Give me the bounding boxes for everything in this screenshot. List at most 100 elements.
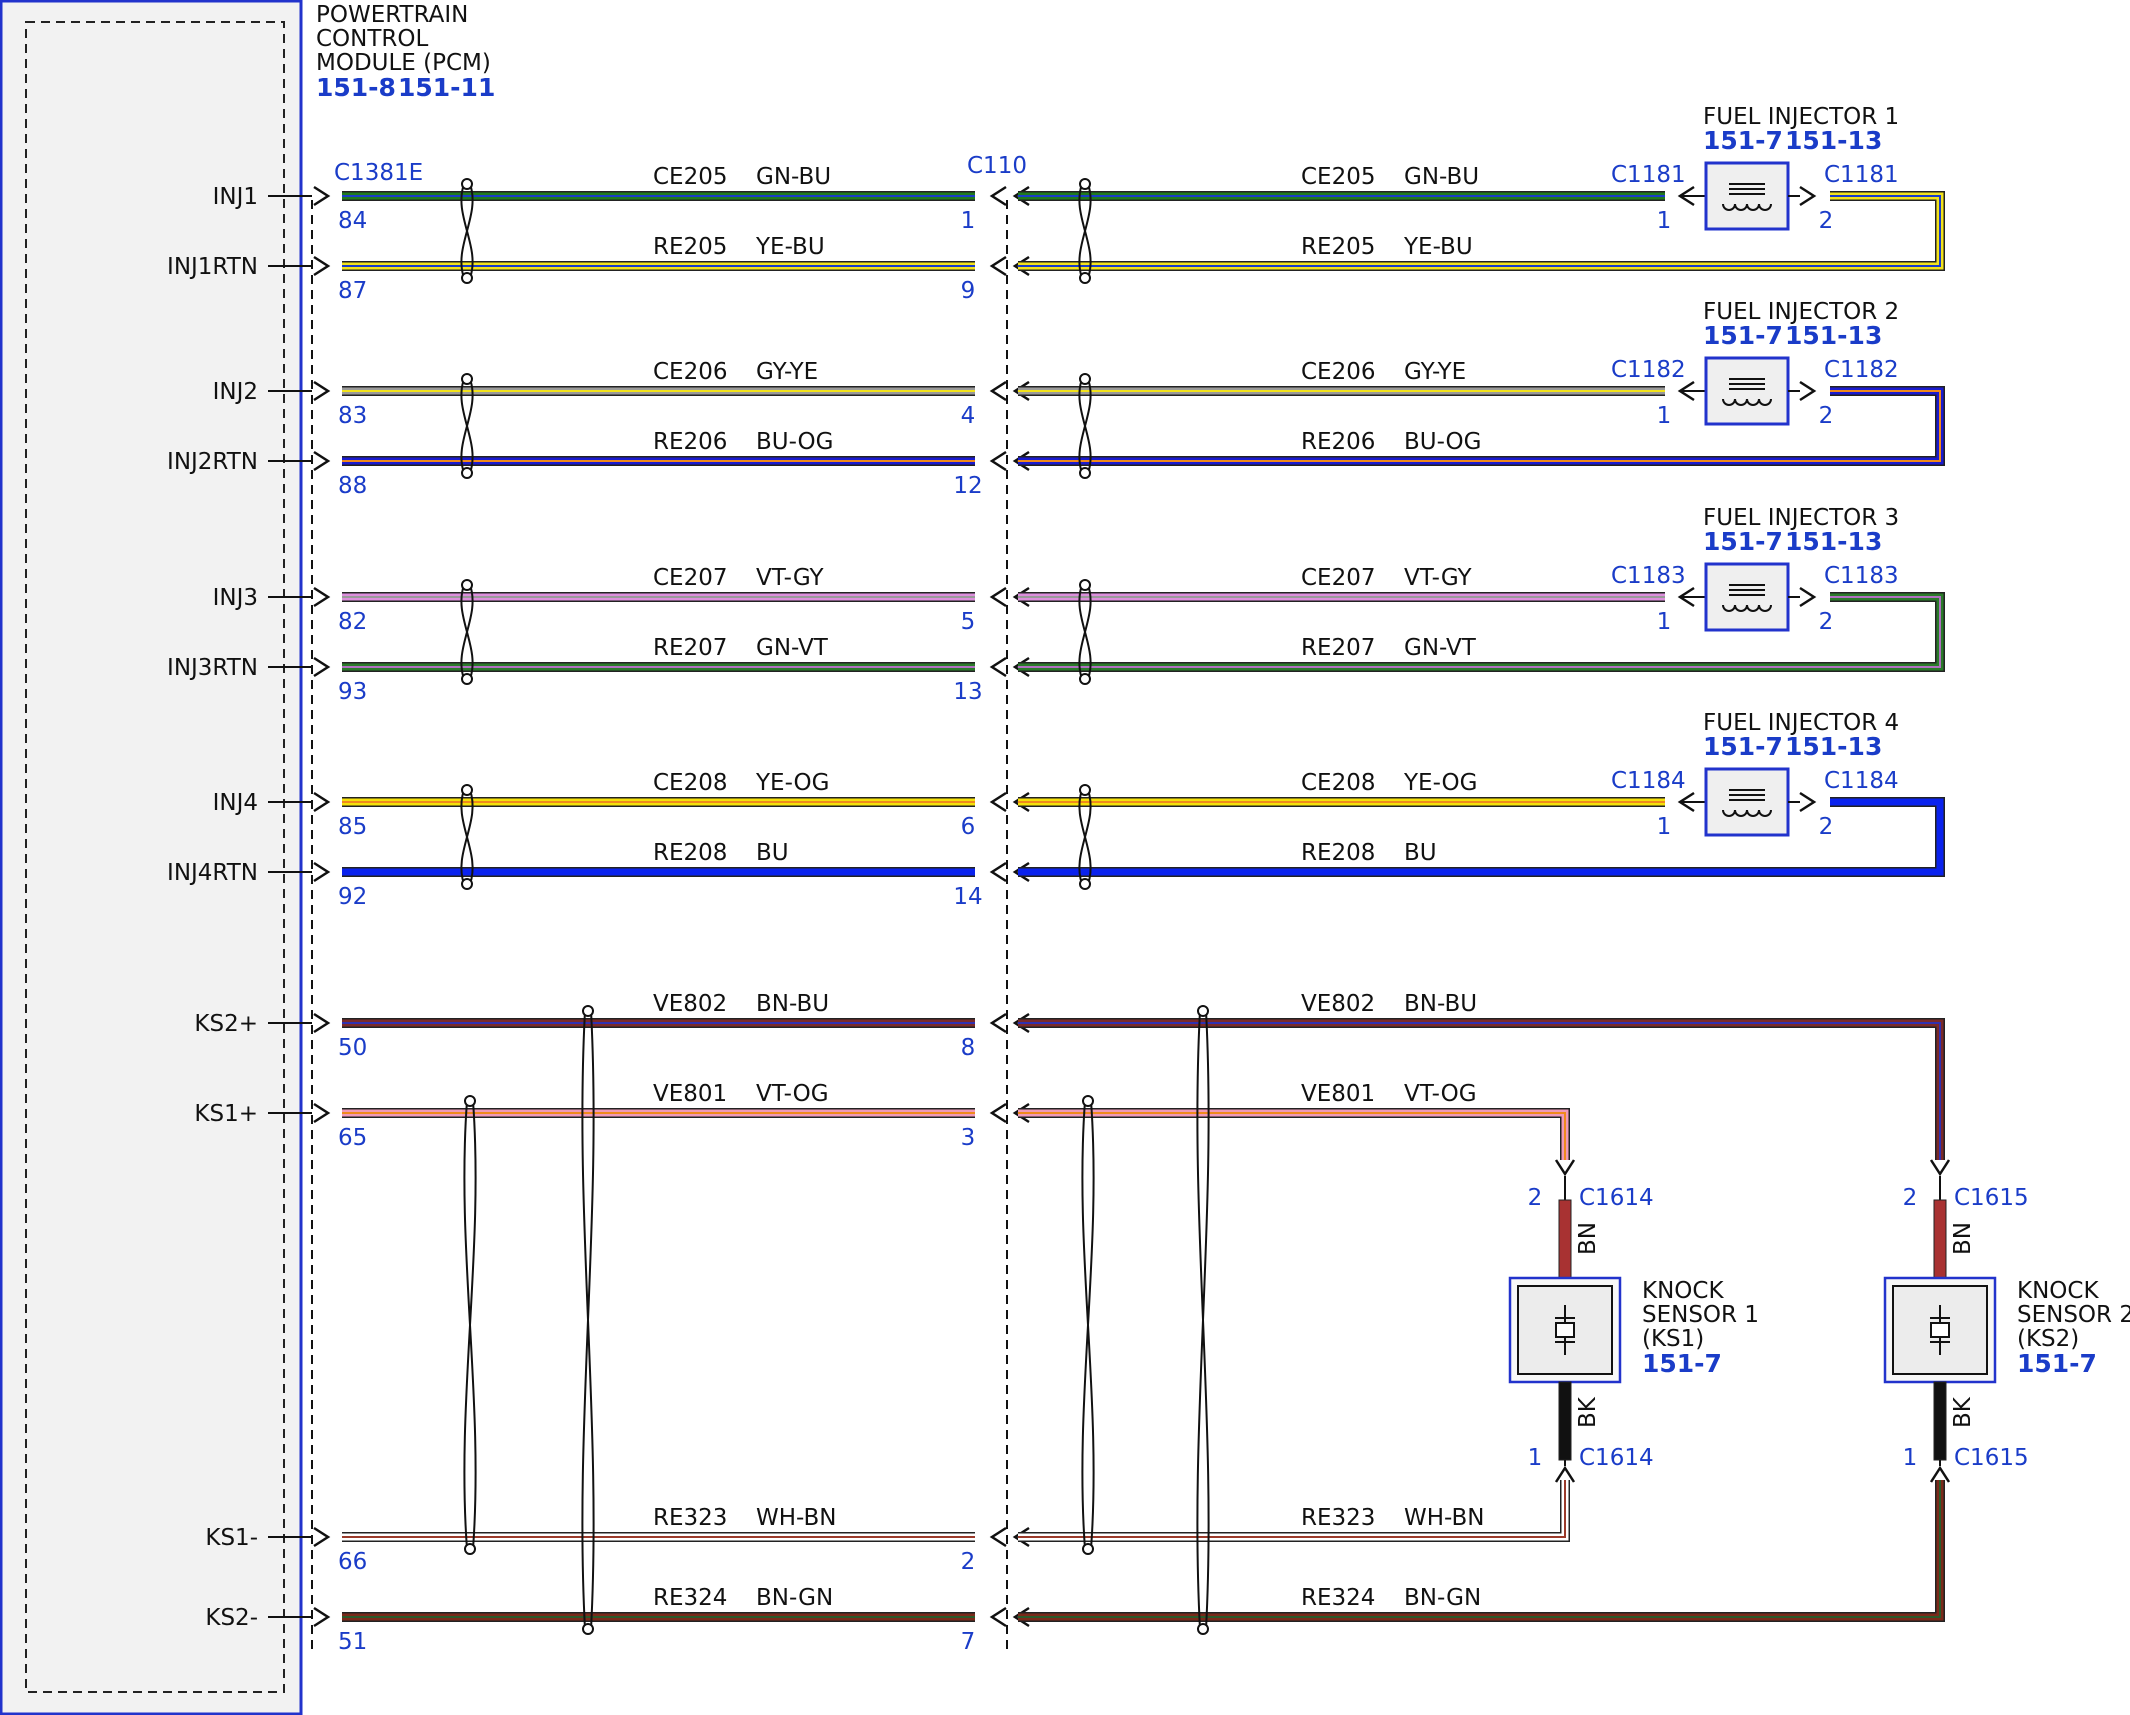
pcm-pin-5: 93	[338, 679, 367, 705]
injector-ref-1-1: 151-7	[1703, 321, 1783, 350]
c110-arrow-left-0	[989, 185, 1007, 207]
twist-right-2-end-top	[1079, 579, 1091, 591]
device-layer	[1508, 161, 1997, 1466]
pcm-pin-10: 66	[338, 1549, 367, 1575]
wiring-diagram: POWERTRAIN CONTROL MODULE (PCM) 151-8 15…	[0, 0, 2130, 1715]
injector-box-0	[1704, 161, 1790, 231]
ks-crystal-1	[1930, 1322, 1950, 1338]
circuit-id-right-8: VE802	[1301, 991, 1375, 1017]
circuit-id-left-11: RE324	[653, 1585, 727, 1611]
color-code-right-10: WH-BN	[1404, 1505, 1485, 1531]
injector-conn-in-0: C1181	[1611, 162, 1686, 188]
ks-bottom-arrow-1	[1929, 1465, 1951, 1483]
twist-left-ks1-strand-b	[463, 1100, 477, 1550]
twist-right-ks2-end-top	[1197, 1005, 1209, 1017]
inj-pin2-arrow-1	[1799, 380, 1817, 402]
ks-name-line-2-1: SENSOR 2	[2017, 1302, 2130, 1328]
c110-pin-4: 5	[961, 609, 976, 635]
injector-box-3	[1704, 767, 1790, 837]
color-code-left-6: YE-OG	[755, 770, 829, 796]
c110-arrow-left-11	[989, 1606, 1007, 1628]
ks-wire-bottom-label-1: BK	[1950, 1396, 1976, 1428]
ks-ref-1: 151-7	[2017, 1349, 2097, 1378]
circuit-id-left-4: CE207	[653, 565, 728, 591]
ks-name-line-1-0: KNOCK	[1642, 1278, 1724, 1304]
pcm-pin-arrow-7	[313, 861, 331, 883]
twist-left-0-end-top	[461, 178, 473, 190]
color-code-right-4: VT-GY	[1404, 565, 1472, 591]
ks-wire-top-label-0: BN	[1575, 1222, 1601, 1255]
twist-left-ks2-end-bottom	[582, 1623, 594, 1635]
ks-pin-top-0: 2	[1528, 1185, 1543, 1211]
wire-inj-return-0	[1018, 191, 1945, 271]
twist-right-3-end-top	[1079, 784, 1091, 796]
twist-right-0-end-bottom	[1079, 272, 1091, 284]
pcm-connector-label: C1381E	[334, 160, 423, 186]
twist-left-3-end-bottom	[461, 878, 473, 890]
color-code-right-11: BN-GN	[1404, 1585, 1481, 1611]
c110-arrow-left-5	[989, 656, 1007, 678]
ks-conn-top-0: C1614	[1579, 1185, 1654, 1211]
injector-pin-in-2: 1	[1657, 609, 1672, 635]
pcm-pin-11: 51	[338, 1629, 367, 1655]
twist-left-ks1	[463, 1095, 477, 1555]
circuit-id-left-1: RE205	[653, 234, 727, 260]
c110-pin-11: 7	[961, 1629, 976, 1655]
inj-pin2-arrow-2	[1799, 586, 1817, 608]
pcm-pin-arrow-11	[313, 1606, 331, 1628]
twist-right-0-end-top	[1079, 178, 1091, 190]
pcm-title-line-2: CONTROL	[316, 26, 429, 52]
pcm-pin-7: 92	[338, 884, 367, 910]
c110-pin-2: 4	[961, 403, 976, 429]
c110-pin-9: 3	[961, 1125, 976, 1151]
injector-ref-1-0: 151-7	[1703, 126, 1783, 155]
ks-pin-bottom-1: 1	[1903, 1445, 1918, 1471]
circuit-id-right-9: VE801	[1301, 1081, 1375, 1107]
color-code-left-4: VT-GY	[756, 565, 824, 591]
label-layer: INJ184 1CE205 GN-BU CE205 GN-BUINJ1RTN87 9RE2…	[167, 104, 2130, 1655]
c110-arrow-left-6	[989, 791, 1007, 813]
twist-right-ks1-strand-b	[1081, 1100, 1095, 1550]
pcm-pin-arrow-8	[313, 1012, 331, 1034]
ks-ref-0: 151-7	[1642, 1349, 1722, 1378]
signal-label-10: KS1-	[205, 1525, 258, 1551]
ks-bk-wire-1	[1933, 1381, 1947, 1461]
circuit-id-left-8: VE802	[653, 991, 727, 1017]
twist-right-ks1-end-bottom	[1082, 1543, 1094, 1555]
ks-pin-top-1: 2	[1903, 1185, 1918, 1211]
wire-inj-return-0-base	[1018, 192, 1944, 270]
injector-conn-out-1: C1182	[1824, 357, 1899, 383]
color-code-right-3: BU-OG	[1404, 429, 1481, 455]
c110-pin-6: 6	[961, 814, 976, 840]
twist-right-ks1-end-top	[1082, 1095, 1094, 1107]
wire-ks-signal-0-stripe	[1018, 1112, 1566, 1160]
wire-inj-return-2-outline	[1018, 592, 1945, 672]
pcm-title: POWERTRAIN CONTROL MODULE (PCM) 151-8 15…	[316, 2, 1027, 186]
pcm-pin-arrow-5	[313, 656, 331, 678]
injector-ref-2-3: 151-13	[1785, 732, 1882, 761]
wire-ks-signal-0-outline	[1018, 1108, 1570, 1160]
wire-ks-signal-1-stripe	[1018, 1022, 1941, 1160]
signal-label-5: INJ3RTN	[167, 655, 258, 681]
signal-label-4: INJ3	[213, 585, 258, 611]
injector-conn-out-2: C1183	[1824, 563, 1899, 589]
wire-inj-return-0-outline	[1018, 191, 1945, 271]
ks-conn-top-1: C1615	[1954, 1185, 2029, 1211]
injector-conn-out-3: C1184	[1824, 768, 1899, 794]
color-code-right-0: GN-BU	[1404, 164, 1479, 190]
color-code-right-8: BN-BU	[1404, 991, 1477, 1017]
color-code-left-1: YE-BU	[755, 234, 825, 260]
injector-box-1	[1704, 356, 1790, 426]
injector-conn-in-1: C1182	[1611, 357, 1686, 383]
signal-label-2: INJ2	[213, 379, 258, 405]
wire-ks-signal-1-base	[1018, 1019, 1944, 1160]
ks-wire-bottom-label-0: BK	[1575, 1396, 1601, 1428]
pcm-pin-8: 50	[338, 1035, 367, 1061]
c110-arrow-left-8	[989, 1012, 1007, 1034]
injector-pin-in-0: 1	[1657, 208, 1672, 234]
wire-layer	[268, 178, 1951, 1635]
injector-ref-2-0: 151-13	[1785, 126, 1882, 155]
wire-inj-return-0-stripe	[1018, 195, 1941, 267]
ks-top-arrow-1	[1929, 1159, 1951, 1177]
pcm-pin-9: 65	[338, 1125, 367, 1151]
